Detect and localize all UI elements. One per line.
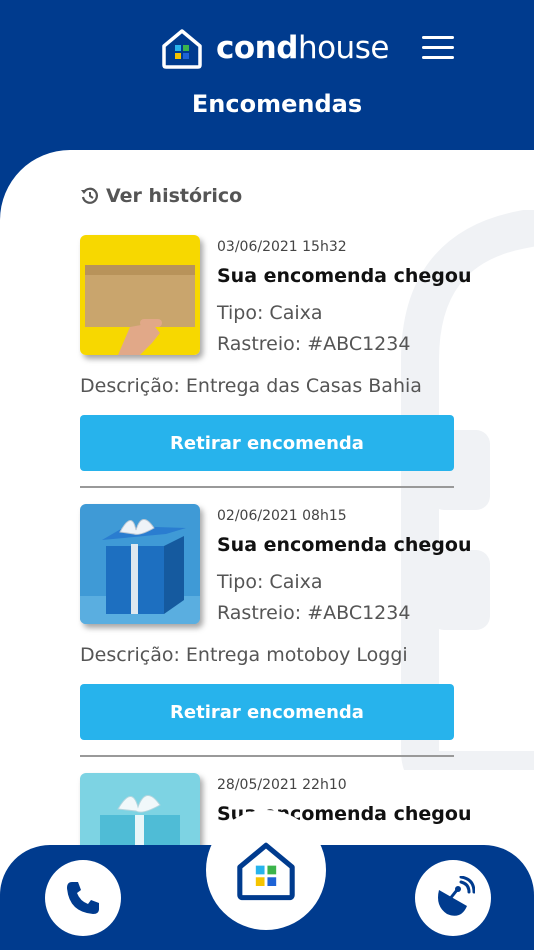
retrieve-package-button[interactable]: Retirar encomenda <box>80 684 454 740</box>
package-date: 02/06/2021 08h15 <box>217 508 347 524</box>
package-date: 28/05/2021 22h10 <box>217 777 347 793</box>
page-title: Encomendas <box>191 90 363 118</box>
app-header: condhouse Encomendas <box>0 0 534 170</box>
divider <box>80 755 454 757</box>
package-card: 02/06/2021 08h15 Sua encomenda chegou Ti… <box>80 504 471 764</box>
package-photo <box>80 504 200 624</box>
retrieve-package-button[interactable]: Retirar encomenda <box>80 415 454 471</box>
package-description: Descrição: Entrega motoboy Loggi <box>80 644 408 666</box>
phone-icon <box>67 882 99 914</box>
history-link[interactable]: Ver histórico <box>80 185 242 207</box>
package-photo <box>80 235 200 355</box>
home-icon <box>237 842 295 901</box>
package-title: Sua encomenda chegou <box>217 534 472 556</box>
package-date: 03/06/2021 15h32 <box>217 239 347 255</box>
package-tracking: Rastreio: #ABC1234 <box>217 602 411 624</box>
brand-name: condhouse <box>216 30 389 66</box>
house-logo-icon <box>162 29 202 69</box>
hamburger-menu-icon[interactable] <box>420 34 456 62</box>
history-icon <box>81 187 98 204</box>
package-card: 03/06/2021 15h32 Sua encomenda chegou Ti… <box>80 235 471 495</box>
condhouse-logo: condhouse <box>160 26 389 70</box>
divider <box>80 486 454 488</box>
package-tracking: Rastreio: #ABC1234 <box>217 333 411 355</box>
home-button[interactable] <box>206 810 326 930</box>
satellite-button[interactable] <box>415 860 491 936</box>
satellite-dish-icon <box>438 876 475 916</box>
package-title: Sua encomenda chegou <box>217 265 472 287</box>
package-type: Tipo: Caixa <box>217 302 323 324</box>
package-type: Tipo: Caixa <box>217 571 323 593</box>
phone-button[interactable] <box>45 860 121 936</box>
package-description: Descrição: Entrega das Casas Bahia <box>80 375 422 397</box>
history-label: Ver histórico <box>106 185 243 207</box>
